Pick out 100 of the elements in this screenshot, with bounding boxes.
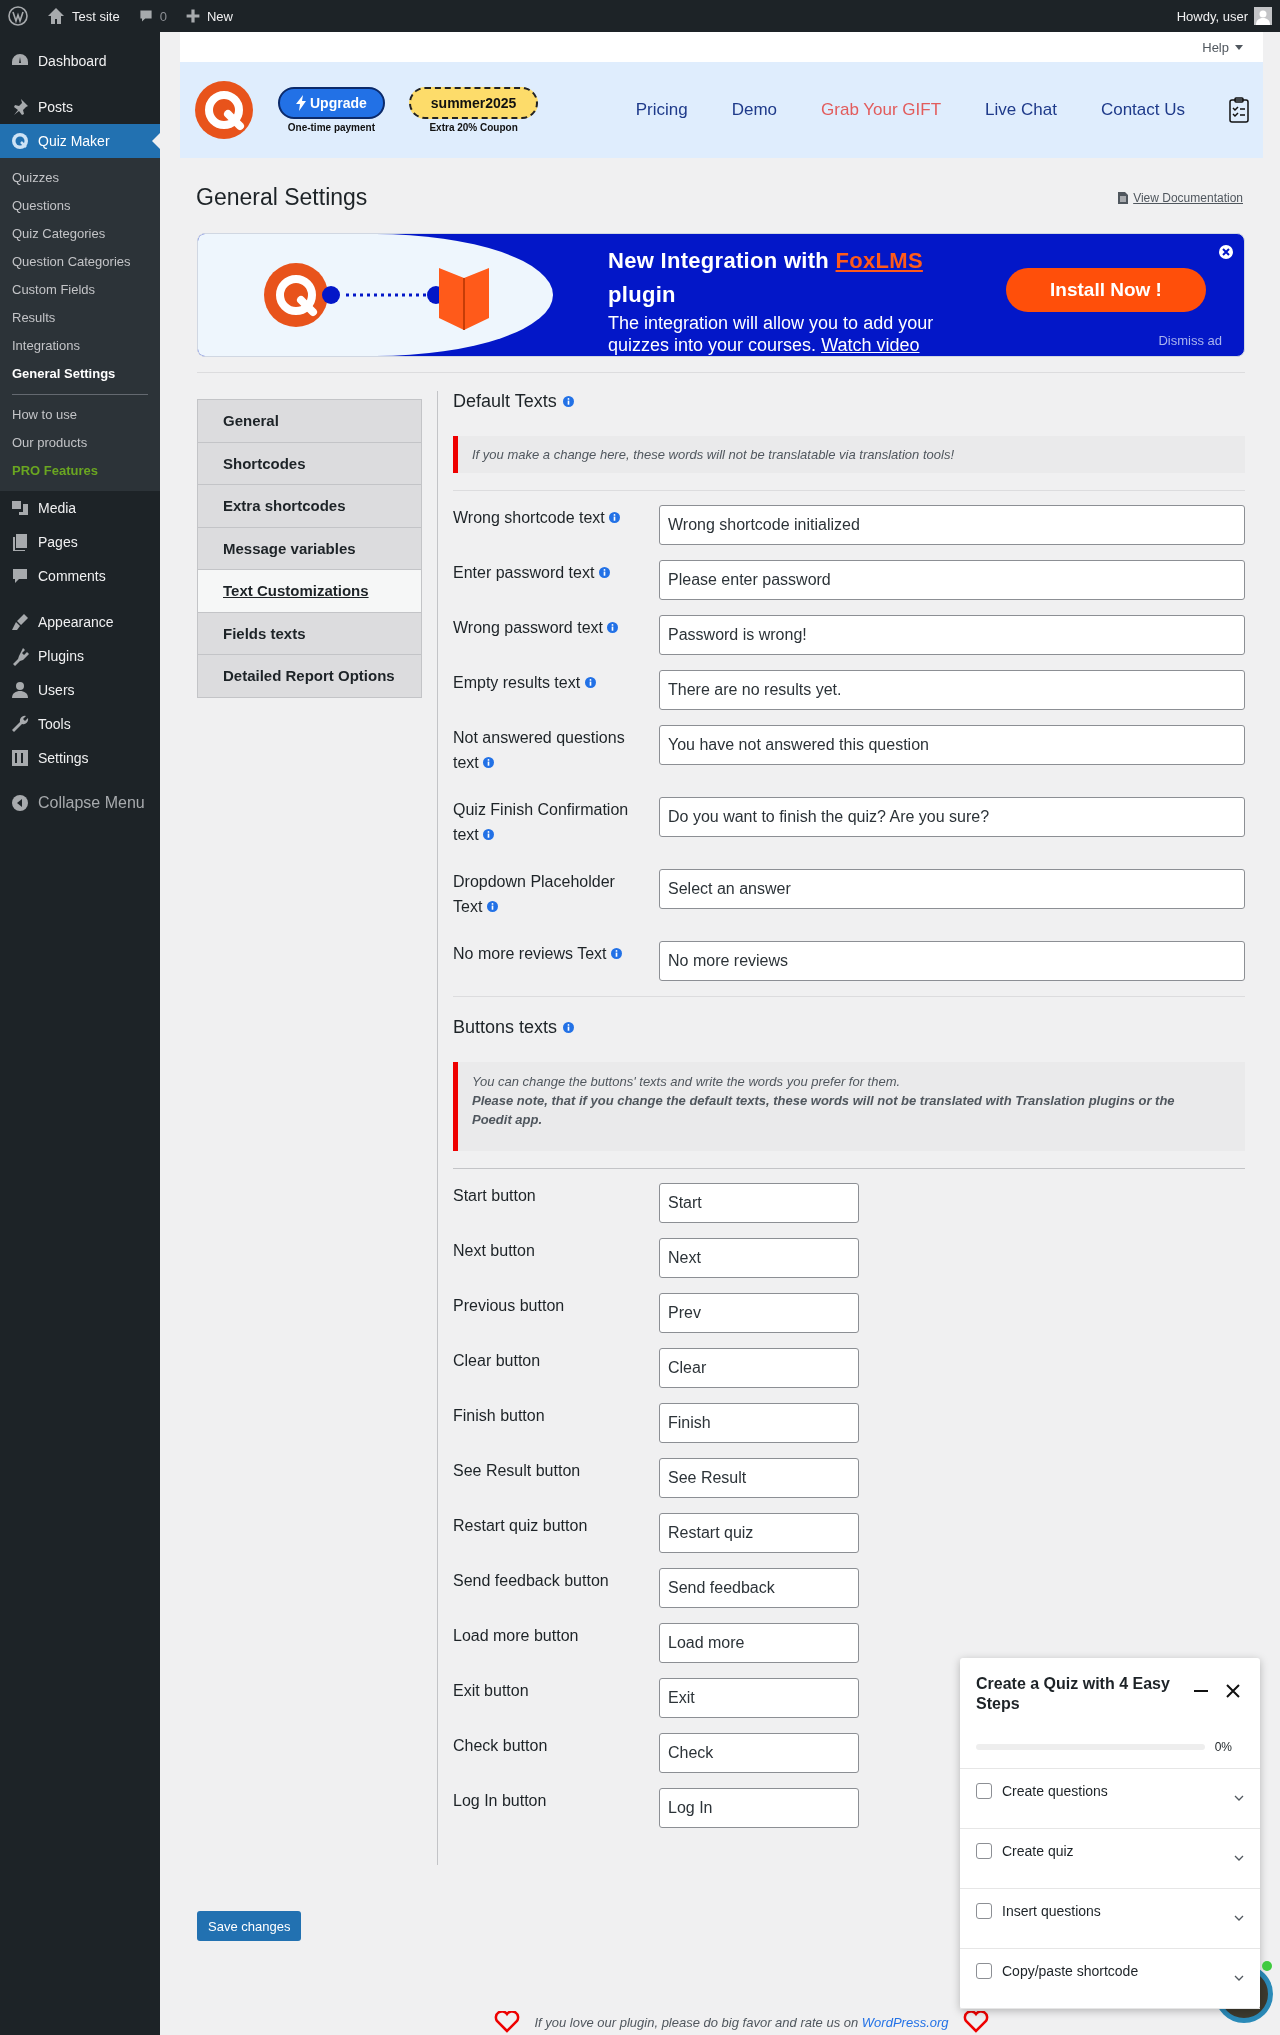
text-field[interactable]: Start [659, 1183, 859, 1223]
chevron-icon[interactable] [1234, 1975, 1244, 1981]
text-field[interactable]: There are no results yet. [659, 670, 1245, 710]
text-field[interactable]: Please enter password [659, 560, 1245, 600]
save-button[interactable]: Save changes [197, 1911, 302, 1941]
submenu-item[interactable]: Quizzes [0, 164, 160, 192]
text-field[interactable]: You have not answered this question [659, 725, 1245, 765]
submenu-item[interactable]: General Settings [0, 360, 160, 388]
menu-item[interactable]: Quiz Maker [0, 124, 160, 158]
status-dot [1262, 1961, 1272, 1971]
text-field[interactable]: Clear [659, 1348, 859, 1388]
text-field[interactable]: See Result [659, 1458, 859, 1498]
step-checkbox[interactable] [976, 1843, 992, 1859]
text-field[interactable]: Send feedback [659, 1568, 859, 1608]
menu-item[interactable]: Comments [0, 559, 160, 593]
step-checkbox[interactable] [976, 1903, 992, 1919]
submenu-item[interactable]: How to use [0, 401, 160, 429]
step-label: Create quiz [1002, 1843, 1075, 1859]
step-label: Insert questions [1002, 1903, 1102, 1919]
settings-tab[interactable]: Message variables [197, 526, 422, 570]
menu-item[interactable]: Dashboard [0, 44, 160, 78]
info-icon[interactable] [611, 948, 622, 959]
plus-icon [184, 8, 201, 24]
chevron-icon[interactable] [1234, 1855, 1244, 1861]
step-checkbox[interactable] [976, 1783, 992, 1799]
dismiss-link[interactable]: Dismiss ad [1158, 333, 1222, 348]
settings-tab[interactable]: Extra shortcodes [197, 484, 422, 528]
submenu-item[interactable]: Quiz Categories [0, 220, 160, 248]
coupon-button[interactable]: summer2025 [408, 87, 539, 119]
text-field[interactable]: Check [659, 1733, 859, 1773]
nav-link[interactable]: Contact Us [1100, 100, 1185, 120]
submenu-item[interactable]: Question Categories [0, 248, 160, 276]
video-link[interactable]: Watch video [821, 335, 920, 355]
text-field[interactable]: Password is wrong! [659, 615, 1245, 655]
nav-link[interactable]: Demo [731, 100, 778, 120]
submenu-item[interactable]: Results [0, 304, 160, 332]
sliders-icon [10, 748, 30, 768]
upgrade-button[interactable]: Upgrade [278, 87, 385, 119]
documentation-link[interactable]: View Documentation [1118, 190, 1243, 205]
settings-tab[interactable]: Detailed Report Options [197, 654, 422, 698]
settings-tab[interactable]: Shortcodes [197, 441, 422, 485]
settings-tab[interactable]: Fields texts [197, 611, 422, 655]
menu-item[interactable]: Tools [0, 707, 160, 741]
submenu-item[interactable]: PRO Features [0, 457, 160, 485]
step-checkbox[interactable] [976, 1963, 992, 1979]
info-icon[interactable] [483, 757, 495, 768]
field-label: Exit button [453, 1681, 530, 1701]
site-link[interactable]: Test site [72, 8, 120, 24]
settings-tab[interactable]: General [197, 399, 422, 443]
text-field[interactable]: Exit [659, 1678, 859, 1718]
field-label: Finish button [453, 1406, 546, 1426]
info-icon[interactable] [609, 512, 621, 523]
text-field[interactable]: Wrong shortcode initialized [659, 505, 1245, 545]
chevron-icon[interactable] [1234, 1795, 1244, 1801]
menu-item[interactable]: Media [0, 491, 160, 525]
menu-item[interactable]: Posts [0, 90, 160, 124]
field-label: Dropdown Placeholder Text [453, 872, 616, 917]
menu-item[interactable]: Settings [0, 741, 160, 775]
submenu-item[interactable]: Integrations [0, 332, 160, 360]
close-button[interactable] [1218, 244, 1234, 260]
text-field[interactable]: Restart quiz [659, 1513, 859, 1553]
field-label: Quiz Finish Confirmation text [453, 800, 630, 845]
nav-link[interactable]: Pricing [635, 100, 688, 120]
settings-tab[interactable]: Text Customizations [197, 569, 422, 613]
info-icon[interactable] [562, 396, 574, 407]
text-field[interactable]: Log In [659, 1788, 859, 1828]
quiz-icon [10, 131, 30, 151]
info-icon[interactable] [563, 1022, 575, 1033]
info-icon[interactable] [486, 901, 498, 912]
menu-item[interactable]: Plugins [0, 639, 160, 673]
clipboard-icon[interactable] [1229, 97, 1249, 123]
info-icon[interactable] [483, 829, 495, 840]
comment-count[interactable]: 0 [159, 8, 167, 24]
info-icon[interactable] [598, 567, 610, 578]
help-button[interactable]: Help [1196, 38, 1249, 56]
text-field[interactable]: Next [659, 1238, 859, 1278]
greeting-link[interactable]: Howdy, user [1176, 8, 1248, 24]
nav-link[interactable]: Live Chat [985, 100, 1057, 120]
wordpress-link[interactable]: WordPress.org [861, 2014, 949, 2030]
submenu-item[interactable]: Questions [0, 192, 160, 220]
text-field[interactable]: Select an answer [659, 869, 1245, 909]
menu-item[interactable]: Users [0, 673, 160, 707]
info-icon[interactable] [584, 677, 596, 688]
new-link[interactable]: New [206, 8, 233, 24]
submenu-item[interactable]: Our products [0, 429, 160, 457]
home-icon [46, 6, 66, 26]
wordpress-logo-icon[interactable] [8, 6, 28, 26]
comment-icon [10, 566, 30, 586]
collapse-menu-button[interactable]: Collapse Menu [0, 787, 160, 819]
field-label: Previous button [453, 1296, 566, 1316]
info-icon[interactable] [607, 622, 619, 633]
text-field[interactable]: No more reviews [659, 941, 1245, 981]
chevron-icon[interactable] [1234, 1915, 1244, 1921]
menu-item[interactable]: Appearance [0, 605, 160, 639]
text-field[interactable]: Prev [659, 1293, 859, 1333]
text-field[interactable]: Do you want to finish the quiz? Are you sure? [659, 797, 1245, 837]
submenu-item[interactable]: Custom Fields [0, 276, 160, 304]
menu-item[interactable]: Pages [0, 525, 160, 559]
text-field[interactable]: Finish [659, 1403, 859, 1443]
text-field[interactable]: Load more [659, 1623, 859, 1663]
